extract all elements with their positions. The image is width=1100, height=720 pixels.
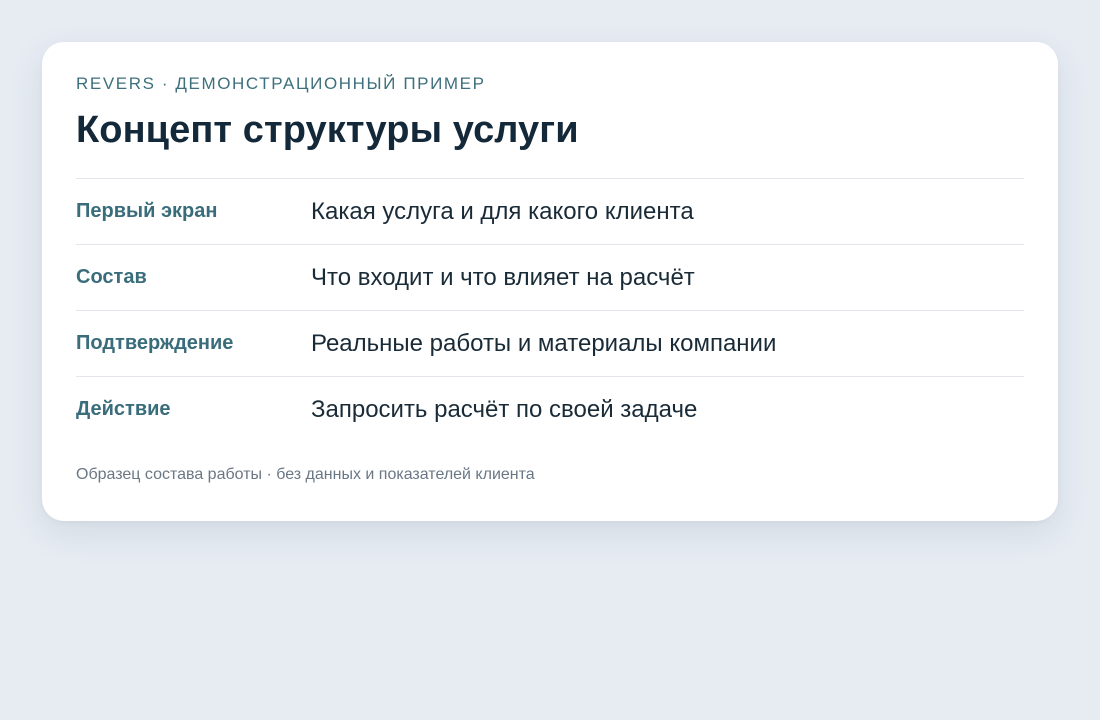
structure-list: Первый экран Какая услуга и для какого к… — [76, 178, 1024, 443]
row-value: Запросить расчёт по своей задаче — [311, 396, 698, 423]
row-label: Состав — [76, 266, 147, 288]
structure-row-action: Действие Запросить расчёт по своей задач… — [76, 377, 1024, 443]
page-title: Концепт структуры услуги — [76, 109, 579, 151]
row-value: Что входит и что влияет на расчёт — [311, 264, 695, 291]
structure-row-confirmation: Подтверждение Реальные работы и материал… — [76, 311, 1024, 377]
structure-row-composition: Состав Что входит и что влияет на расчёт — [76, 245, 1024, 311]
structure-row-first-screen: Первый экран Какая услуга и для какого к… — [76, 179, 1024, 245]
row-label: Подтверждение — [76, 332, 234, 354]
row-label: Действие — [76, 398, 171, 420]
row-value: Какая услуга и для какого клиента — [311, 198, 694, 225]
row-label: Первый экран — [76, 200, 218, 222]
service-structure-card: REVERS · ДЕМОНСТРАЦИОННЫЙ ПРИМЕР Концепт… — [42, 42, 1058, 521]
eyebrow-label: REVERS · ДЕМОНСТРАЦИОННЫЙ ПРИМЕР — [76, 74, 486, 93]
row-value: Реальные работы и материалы компании — [311, 330, 777, 357]
footnote: Образец состава работы · без данных и по… — [76, 466, 535, 483]
